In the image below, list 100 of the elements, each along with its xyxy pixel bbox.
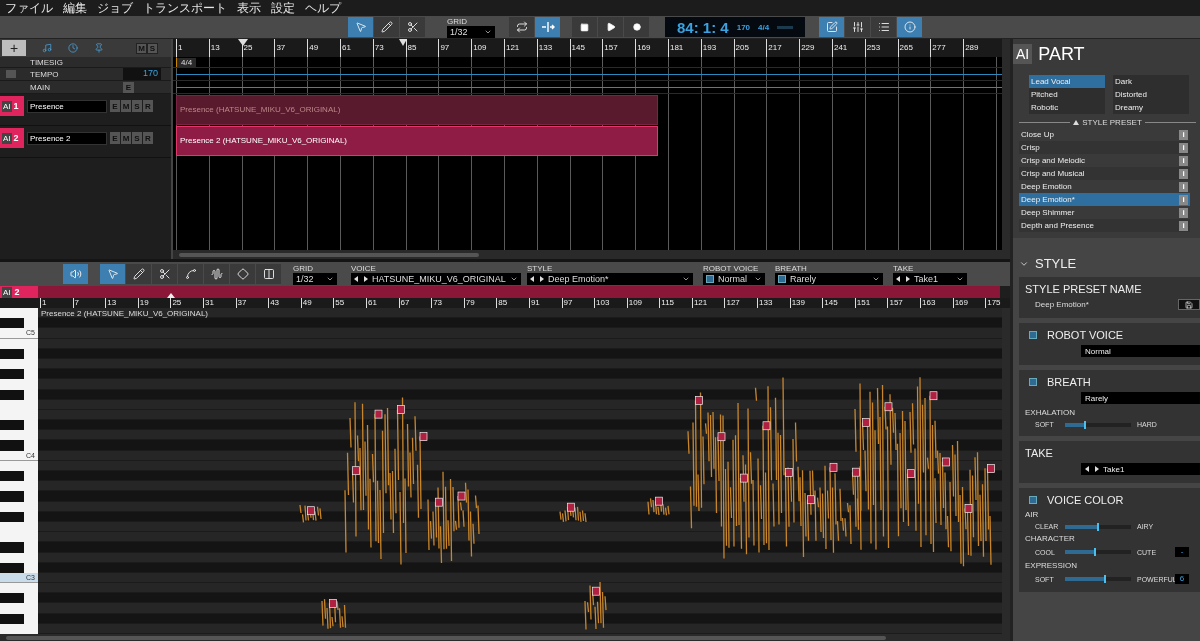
piano-key[interactable] [0, 430, 38, 441]
dropdown[interactable]: Normal [703, 272, 765, 285]
part-block[interactable]: Presence (HATSUNE_MIKU_V6_ORIGINAL) [176, 95, 658, 125]
scrollbar[interactable] [173, 250, 1010, 259]
menu-item[interactable]: ファイル [5, 0, 53, 16]
menu-item[interactable]: 表示 [237, 0, 261, 16]
stepper-arrows[interactable] [1085, 466, 1099, 472]
checkbox[interactable] [1029, 378, 1037, 386]
piano-key[interactable] [0, 532, 38, 543]
piano-key[interactable] [0, 358, 38, 370]
menu-item[interactable]: ヘルプ [305, 0, 341, 16]
piano-key[interactable] [0, 420, 38, 431]
piano-key[interactable] [0, 440, 38, 451]
sharp-key[interactable] [0, 389, 24, 400]
tool-button[interactable] [256, 264, 281, 284]
piano-key[interactable] [0, 583, 38, 594]
piano-key[interactable] [0, 308, 38, 319]
pin-icon[interactable] [94, 43, 104, 53]
sharp-key[interactable] [0, 511, 24, 522]
view-button[interactable] [845, 17, 870, 37]
toggle-button[interactable] [509, 17, 534, 37]
preset-item[interactable]: Close Up i [1019, 128, 1190, 141]
save-button[interactable] [1178, 299, 1200, 310]
menu-item[interactable]: 設定 [271, 0, 295, 16]
piano-key[interactable] [0, 389, 38, 400]
next-icon[interactable] [363, 275, 368, 282]
tool-button[interactable] [230, 264, 255, 284]
scrollbar[interactable] [1002, 39, 1010, 250]
preset-item[interactable]: Deep Shimmer i [1019, 206, 1190, 219]
tool-button[interactable] [400, 17, 425, 37]
dropdown[interactable]: 1/32 [293, 272, 337, 285]
transport-button[interactable] [624, 17, 649, 37]
sharp-key[interactable] [0, 593, 24, 604]
previous-icon[interactable] [354, 275, 359, 282]
sharp-key[interactable] [0, 420, 24, 431]
info-button[interactable]: i [1179, 129, 1188, 140]
scrollbar[interactable] [0, 634, 1010, 641]
piano-key[interactable] [0, 369, 38, 380]
info-button[interactable]: i [1179, 142, 1188, 153]
piano-key[interactable] [0, 399, 38, 410]
preset-item[interactable]: Deep Emotion* i [1019, 193, 1190, 206]
info-button[interactable]: i [1179, 207, 1188, 218]
preset-item[interactable]: Depth and Presence i [1019, 219, 1190, 232]
piano-key[interactable] [0, 491, 38, 502]
dropdown[interactable]: Deep Emotion* [527, 272, 693, 285]
piano-key[interactable] [0, 552, 38, 563]
next-icon[interactable] [539, 275, 544, 282]
piano-key[interactable] [0, 318, 38, 329]
transport-button[interactable] [572, 17, 597, 37]
piano-key[interactable] [0, 471, 38, 482]
piano-key[interactable] [0, 542, 38, 553]
checkbox[interactable] [6, 70, 16, 78]
piano-key[interactable] [0, 511, 38, 522]
preset-item[interactable]: Crisp and Melodic i [1019, 154, 1190, 167]
checkbox[interactable] [778, 274, 786, 283]
piano-key[interactable] [0, 623, 38, 634]
next-icon[interactable] [905, 275, 910, 282]
toggle-button[interactable] [535, 17, 560, 37]
piano-key[interactable] [0, 521, 38, 533]
voice-type-item[interactable]: Distorted [1113, 88, 1189, 101]
tempo-field[interactable]: 170 [123, 68, 161, 80]
piano-key[interactable] [0, 501, 38, 512]
preset-item[interactable]: Crisp and Musical i [1019, 167, 1190, 180]
info-button[interactable]: i [1179, 155, 1188, 166]
grid-select[interactable]: 1/32 [447, 25, 495, 38]
voice-type-item[interactable]: Pitched [1029, 88, 1105, 101]
track-name-field[interactable]: Presence [27, 100, 107, 113]
track-name-field[interactable]: Presence 2 [27, 132, 107, 145]
voice-type-item[interactable]: Robotic [1029, 101, 1105, 114]
tool-button[interactable] [178, 264, 203, 284]
previous-icon[interactable] [1085, 466, 1090, 472]
sharp-key[interactable] [0, 471, 24, 482]
voice-type-item[interactable]: Dark [1113, 75, 1189, 88]
menu-item[interactable]: ジョブ [97, 0, 133, 16]
dropdown[interactable]: HATSUNE_MIKU_V6_ORIGINAL [351, 272, 521, 285]
menu-item[interactable]: トランスポート [143, 0, 227, 16]
info-button[interactable]: i [1179, 181, 1188, 192]
speaker-button[interactable] [63, 264, 88, 284]
checkbox[interactable] [1029, 496, 1037, 504]
slider[interactable] [1065, 422, 1131, 427]
tool-button[interactable] [204, 264, 229, 284]
piano-key[interactable] [0, 481, 38, 492]
piano-key[interactable] [0, 562, 38, 573]
transport-button[interactable] [598, 17, 623, 37]
piano-key[interactable] [0, 409, 38, 421]
sharp-key[interactable] [0, 613, 24, 624]
dropdown[interactable]: Rarely [775, 272, 883, 285]
view-button[interactable] [871, 17, 896, 37]
part-block[interactable]: Presence 2 (HATSUNE_MIKU_V6_ORIGINAL) [176, 126, 658, 156]
value-field[interactable]: 6 [1175, 574, 1189, 584]
previous-icon[interactable] [896, 275, 901, 282]
slider[interactable] [1065, 577, 1131, 581]
preset-item[interactable]: Deep Emotion i [1019, 180, 1190, 193]
slider[interactable] [1065, 550, 1131, 554]
tool-button[interactable] [126, 264, 151, 284]
checkbox[interactable] [1029, 331, 1037, 339]
info-button[interactable]: i [1179, 220, 1188, 231]
next-icon[interactable] [1094, 466, 1099, 472]
info-button[interactable]: i [1179, 194, 1188, 205]
dropdown[interactable]: Normal [1081, 345, 1200, 357]
